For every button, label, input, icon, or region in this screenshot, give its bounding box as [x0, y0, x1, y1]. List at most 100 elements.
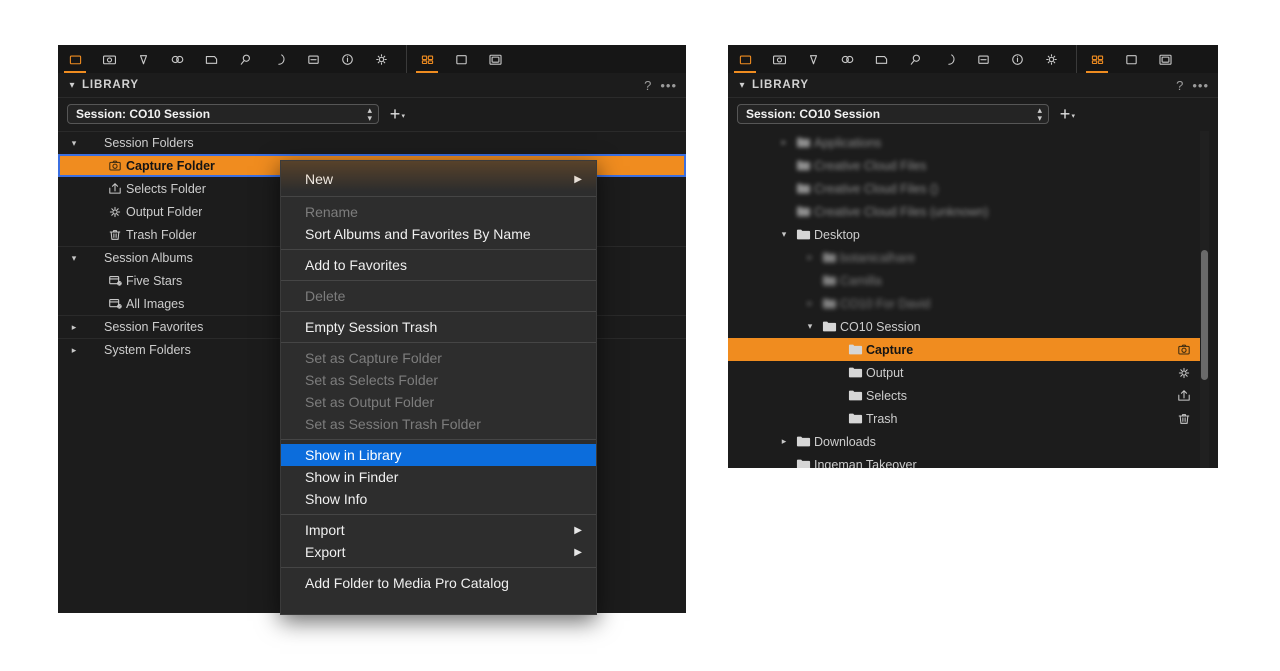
adjustments-tool-icon[interactable]	[966, 45, 1000, 73]
color-tool-icon[interactable]	[830, 45, 864, 73]
library-tool-icon[interactable]	[728, 45, 762, 73]
menu-item: Delete	[281, 285, 596, 307]
menu-separator	[281, 249, 596, 250]
add-session-button[interactable]: + ▾	[381, 104, 409, 125]
lens-tool-icon[interactable]	[126, 45, 160, 73]
left-tool-icons[interactable]	[58, 45, 398, 73]
twisty-icon[interactable]: ▸	[776, 436, 792, 447]
lens-tool-icon[interactable]	[796, 45, 830, 73]
right-tool-icons[interactable]	[728, 45, 1068, 73]
menu-item[interactable]: Add Folder to Media Pro Catalog	[281, 572, 596, 594]
twisty-icon[interactable]: ▸	[802, 298, 818, 309]
folder-item-row[interactable]: ▸Applications	[728, 131, 1200, 154]
tree-item-row[interactable]: ▾Session Folders	[58, 131, 686, 154]
menu-item[interactable]: New▶	[281, 166, 596, 192]
adjustments-tool-icon[interactable]	[296, 45, 330, 73]
folder-item-row[interactable]: Capture	[728, 338, 1200, 361]
folder-item-label: Trash	[866, 412, 898, 426]
library-collapse-chevron-icon[interactable]: ▾	[65, 80, 79, 91]
twisty-icon[interactable]: ▸	[66, 322, 82, 333]
folder-item-row[interactable]: Output	[728, 361, 1200, 384]
menu-separator	[281, 280, 596, 281]
capture-tool-icon[interactable]	[92, 45, 126, 73]
session-select-right[interactable]: Session: CO10 Session ▴▾	[737, 104, 1049, 124]
folder-icon	[818, 274, 840, 287]
help-icon-right[interactable]: ?	[1176, 79, 1183, 92]
single-view-icon[interactable]	[1114, 45, 1148, 73]
capture-tool-icon[interactable]	[762, 45, 796, 73]
tree-item-label: Session Albums	[104, 251, 193, 265]
twisty-icon[interactable]: ▸	[66, 345, 82, 356]
grid-view-icon[interactable]	[1080, 45, 1114, 73]
overflow-menu-icon-right[interactable]: •••	[1192, 79, 1209, 92]
submenu-arrow-icon: ▶	[574, 174, 582, 185]
menu-item[interactable]: Import▶	[281, 519, 596, 541]
output-tool-icon[interactable]	[1034, 45, 1068, 73]
trash-folder-action-icon[interactable]	[1176, 407, 1192, 430]
color-tool-icon[interactable]	[160, 45, 194, 73]
menu-separator	[281, 514, 596, 515]
folder-item-row[interactable]: ▾CO10 Session	[728, 315, 1200, 338]
menu-item[interactable]: Sort Albums and Favorites By Name	[281, 223, 596, 245]
twisty-icon[interactable]: ▸	[802, 252, 818, 263]
help-icon[interactable]: ?	[644, 79, 651, 92]
folder-item-row[interactable]: Creative Cloud Files ()	[728, 177, 1200, 200]
gear-folder-action-icon[interactable]	[1176, 361, 1192, 384]
selects-folder-action-icon[interactable]	[1176, 384, 1192, 407]
multi-view-icon[interactable]	[1148, 45, 1182, 73]
folder-item-row[interactable]: ▸Downloads	[728, 430, 1200, 453]
context-menu-list[interactable]: New▶RenameSort Albums and Favorites By N…	[281, 161, 596, 594]
menu-item-label: Set as Capture Folder	[305, 350, 442, 366]
folder-context-menu[interactable]: New▶RenameSort Albums and Favorites By N…	[280, 160, 597, 615]
right-view-icons[interactable]	[1080, 45, 1182, 73]
folder-item-row[interactable]: Camilla	[728, 269, 1200, 292]
folder-item-row[interactable]: Ingeman Takeover	[728, 453, 1200, 468]
library-title-right: LIBRARY	[752, 79, 809, 91]
menu-separator	[281, 311, 596, 312]
twisty-icon[interactable]: ▾	[66, 253, 82, 264]
twisty-icon[interactable]: ▸	[776, 137, 792, 148]
details-tool-icon[interactable]	[228, 45, 262, 73]
menu-item[interactable]: Show Info	[281, 488, 596, 510]
tree-item-label: Selects Folder	[126, 182, 206, 196]
toolbar-divider	[406, 45, 407, 73]
output-tool-icon[interactable]	[364, 45, 398, 73]
overflow-menu-icon[interactable]: •••	[660, 79, 677, 92]
metadata-tool-icon[interactable]	[1000, 45, 1034, 73]
styles-tool-icon[interactable]	[262, 45, 296, 73]
folder-item-row[interactable]: Trash	[728, 407, 1200, 430]
library-tool-icon[interactable]	[58, 45, 92, 73]
camera-folder-action-icon[interactable]	[1176, 338, 1192, 361]
library-collapse-chevron-icon-right[interactable]: ▾	[735, 80, 749, 91]
folder-item-row[interactable]: ▸CO10 For David	[728, 292, 1200, 315]
folder-item-row[interactable]: Selects	[728, 384, 1200, 407]
session-select[interactable]: Session: CO10 Session ▴▾	[67, 104, 379, 124]
folder-item-row[interactable]: ▾Desktop	[728, 223, 1200, 246]
styles-tool-icon[interactable]	[932, 45, 966, 73]
menu-item[interactable]: Add to Favorites	[281, 254, 596, 276]
exposure-tool-icon[interactable]	[864, 45, 898, 73]
menu-item[interactable]: Show in Finder	[281, 466, 596, 488]
folder-item-row[interactable]: Creative Cloud Files	[728, 154, 1200, 177]
menu-item[interactable]: Export▶	[281, 541, 596, 563]
twisty-icon[interactable]: ▾	[776, 229, 792, 240]
add-session-button-right[interactable]: + ▾	[1051, 104, 1079, 125]
scrollbar-thumb[interactable]	[1201, 250, 1208, 380]
twisty-icon[interactable]: ▾	[66, 138, 82, 149]
menu-item[interactable]: Empty Session Trash	[281, 316, 596, 338]
details-tool-icon[interactable]	[898, 45, 932, 73]
left-view-icons[interactable]	[410, 45, 512, 73]
folder-item-label: Creative Cloud Files (unknown)	[814, 205, 988, 219]
single-view-icon[interactable]	[444, 45, 478, 73]
right-system-folder-tree[interactable]: ▸ApplicationsCreative Cloud FilesCreativ…	[728, 131, 1200, 468]
twisty-icon[interactable]: ▾	[802, 321, 818, 332]
submenu-arrow-icon: ▶	[574, 547, 582, 558]
folder-item-row[interactable]: Creative Cloud Files (unknown)	[728, 200, 1200, 223]
multi-view-icon[interactable]	[478, 45, 512, 73]
trash-folder-icon	[104, 227, 126, 243]
menu-item[interactable]: Show in Library	[281, 444, 596, 466]
metadata-tool-icon[interactable]	[330, 45, 364, 73]
folder-item-row[interactable]: ▸botanicalhare	[728, 246, 1200, 269]
grid-view-icon[interactable]	[410, 45, 444, 73]
exposure-tool-icon[interactable]	[194, 45, 228, 73]
